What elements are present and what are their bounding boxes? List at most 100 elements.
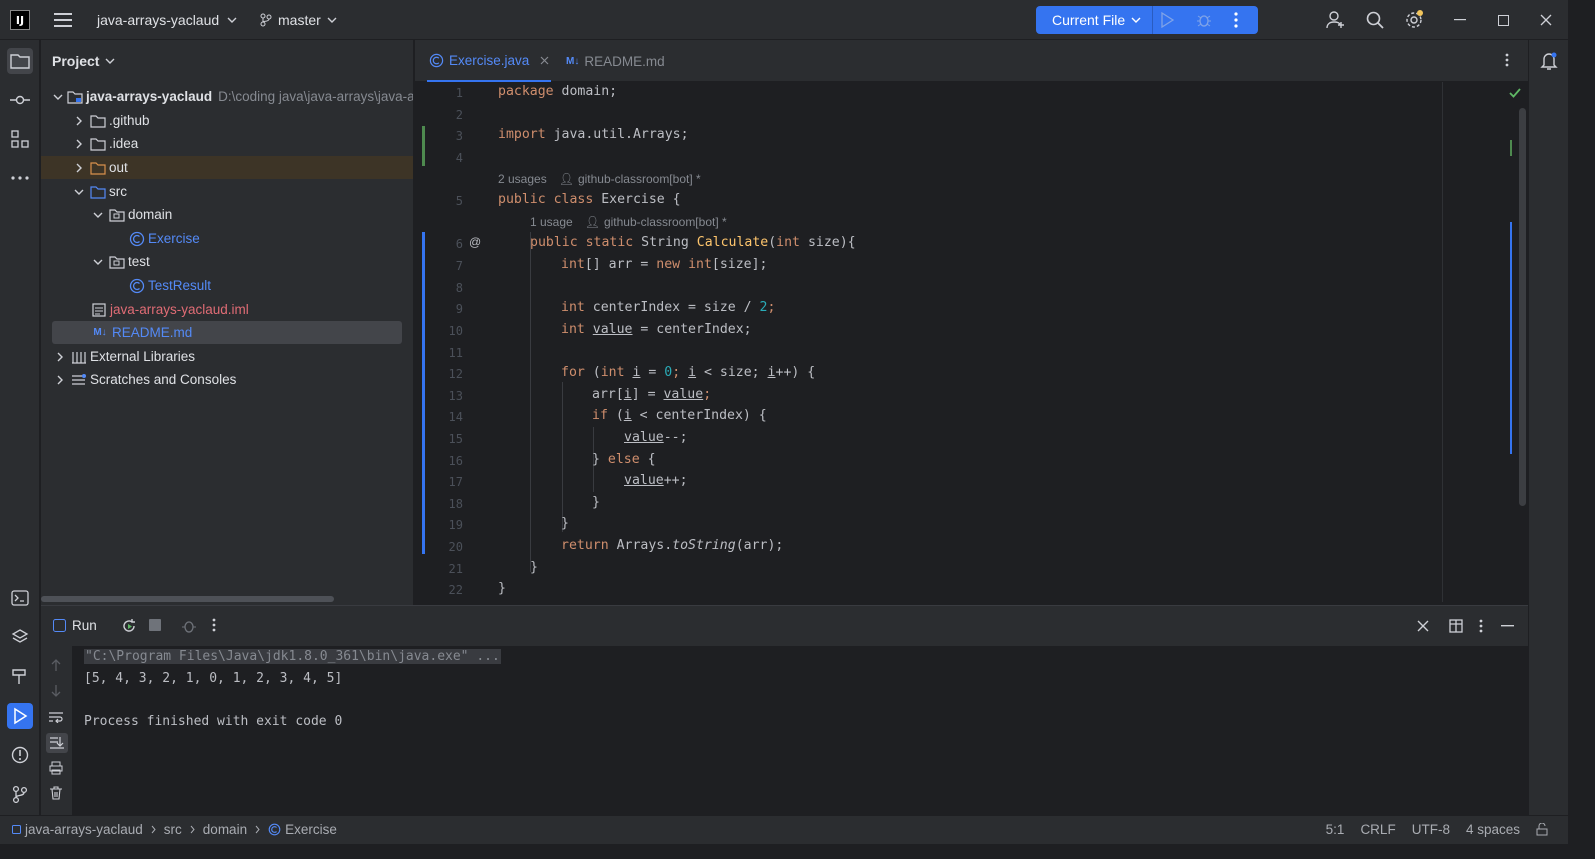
- more-vertical-icon[interactable]: [1505, 53, 1509, 67]
- branch-switcher[interactable]: master: [260, 12, 337, 28]
- run-tab[interactable]: Run: [53, 618, 97, 633]
- problems-icon[interactable]: [7, 742, 33, 768]
- tab-exercise-java[interactable]: Exercise.java: [427, 40, 552, 82]
- line-number: 17: [448, 475, 463, 489]
- tree-item-test[interactable]: test: [41, 250, 413, 273]
- print-icon[interactable]: [49, 761, 63, 775]
- hide-panel-icon[interactable]: [1501, 625, 1514, 627]
- debug-icon[interactable]: [1196, 12, 1212, 28]
- vertical-scrollbar[interactable]: [1519, 108, 1526, 506]
- chevron-right-icon[interactable]: [53, 350, 67, 364]
- chevron-down-icon[interactable]: [91, 255, 105, 269]
- project-tool-folder-icon[interactable]: [7, 48, 33, 74]
- chevron-down-icon[interactable]: [53, 90, 63, 104]
- tab-readme[interactable]: M↓ README.md: [566, 40, 665, 82]
- layout-split-icon[interactable]: [1449, 619, 1463, 633]
- chevron-right-icon[interactable]: [72, 114, 86, 128]
- run-tool-icon[interactable]: [7, 703, 33, 729]
- commit-icon[interactable]: [7, 87, 33, 113]
- chevron-down-icon[interactable]: [72, 185, 86, 199]
- tree-item-external-libraries[interactable]: External Libraries: [41, 345, 413, 368]
- trash-icon[interactable]: [50, 786, 62, 800]
- usages-hint[interactable]: 1 usage 👤︎ github-classroom[bot] *: [530, 215, 727, 229]
- close-icon[interactable]: [1417, 620, 1429, 632]
- tree-item-out[interactable]: out: [41, 156, 413, 179]
- no-problems-check-icon[interactable]: [1509, 88, 1521, 98]
- chevron-right-icon[interactable]: [72, 161, 86, 175]
- build-hammer-icon[interactable]: [7, 663, 33, 689]
- file-encoding[interactable]: UTF-8: [1412, 822, 1450, 837]
- tree-item-domain[interactable]: domain: [41, 203, 413, 226]
- maximize-icon[interactable]: [1491, 8, 1515, 32]
- tree-item-scratches[interactable]: Scratches and Consoles: [41, 368, 413, 391]
- more-vertical-icon[interactable]: [1479, 619, 1483, 633]
- project-switcher[interactable]: java-arrays-yaclaud: [97, 12, 237, 28]
- run-panel-title: Run: [72, 618, 97, 633]
- soft-wrap-icon[interactable]: [49, 711, 63, 723]
- git-icon[interactable]: [7, 781, 33, 807]
- scroll-marker: [1510, 222, 1512, 454]
- scroll-to-end-icon[interactable]: [46, 733, 68, 753]
- close-window-icon[interactable]: [1534, 8, 1558, 32]
- structure-icon[interactable]: [7, 126, 33, 152]
- stop-icon[interactable]: [149, 619, 161, 631]
- chevron-right-icon[interactable]: [72, 137, 86, 151]
- search-icon[interactable]: [1363, 8, 1387, 32]
- breadcrumb-item[interactable]: src: [164, 822, 182, 837]
- project-panel-title: Project: [52, 53, 100, 69]
- horizontal-scrollbar[interactable]: [41, 596, 334, 602]
- code-editor[interactable]: 1 2 3 4 5 6 7 8 9 10 11 12 13 14 15 16 1…: [415, 82, 1528, 602]
- breadcrumb-item[interactable]: Exercise: [268, 822, 337, 837]
- line-number: 10: [448, 324, 463, 338]
- editor-tabs: Exercise.java M↓ README.md: [415, 40, 1528, 82]
- lock-icon[interactable]: [1536, 823, 1548, 836]
- chevron-right-icon[interactable]: [53, 373, 67, 387]
- line-separator[interactable]: CRLF: [1360, 822, 1395, 837]
- run-config-selector[interactable]: Current File: [1052, 12, 1141, 28]
- code-line-6: public static String Calculate(int size)…: [530, 235, 856, 250]
- line-number: 9: [455, 302, 463, 316]
- indent-setting[interactable]: 4 spaces: [1466, 822, 1520, 837]
- tree-item-idea[interactable]: .idea: [41, 132, 413, 155]
- tree-item-testresult[interactable]: TestResult: [41, 274, 413, 297]
- tab-label: Exercise.java: [449, 52, 530, 68]
- arrow-up-icon[interactable]: [51, 659, 61, 671]
- more-tools-icon[interactable]: [7, 165, 33, 191]
- tree-item-src[interactable]: src: [41, 180, 413, 203]
- run-tool-window: Run "C:\Program Files\Java\jdk1.8.0_361\…: [41, 605, 1528, 816]
- indent-guide: [530, 232, 531, 572]
- indent-guide: [562, 382, 563, 532]
- usages-hint[interactable]: 2 usages 👤︎ github-classroom[bot] *: [498, 172, 701, 186]
- close-tab-icon[interactable]: [540, 56, 549, 65]
- chevron-right-icon: [255, 825, 260, 834]
- run-icon[interactable]: [1160, 12, 1174, 28]
- breadcrumb-item[interactable]: domain: [203, 822, 247, 837]
- tree-item-github[interactable]: .github: [41, 109, 413, 132]
- tree-label: src: [109, 184, 127, 199]
- rerun-icon[interactable]: [121, 618, 137, 634]
- tree-item-root[interactable]: java-arrays-yaclaud D:\coding java\java-…: [41, 85, 413, 108]
- arrow-down-icon[interactable]: [51, 685, 61, 697]
- tree-label: Scratches and Consoles: [90, 372, 237, 387]
- tree-item-readme[interactable]: M↓ README.md: [52, 321, 402, 344]
- package-icon: [109, 207, 125, 223]
- right-tool-strip: [1528, 40, 1568, 815]
- more-vertical-icon[interactable]: [1234, 12, 1238, 28]
- more-vertical-icon[interactable]: [212, 618, 216, 632]
- chevron-down-icon[interactable]: [91, 208, 105, 222]
- override-marker-icon[interactable]: @: [469, 235, 481, 249]
- notifications-bell-icon[interactable]: [1536, 48, 1562, 74]
- tree-item-iml[interactable]: java-arrays-yaclaud.iml: [41, 298, 413, 321]
- main-menu-icon[interactable]: [52, 10, 74, 30]
- breadcrumb-item[interactable]: java-arrays-yaclaud: [12, 822, 143, 837]
- services-layers-icon[interactable]: [7, 624, 33, 650]
- debug-icon[interactable]: [181, 618, 197, 634]
- settings-gear-icon[interactable]: [1402, 8, 1426, 32]
- add-user-icon[interactable]: [1324, 8, 1348, 32]
- minimize-icon[interactable]: [1448, 8, 1472, 32]
- tree-item-exercise[interactable]: Exercise: [41, 227, 413, 250]
- project-panel-header[interactable]: Project: [52, 53, 115, 69]
- terminal-icon[interactable]: [7, 585, 33, 611]
- caret-position[interactable]: 5:1: [1326, 822, 1345, 837]
- git-branch-icon: [260, 13, 272, 27]
